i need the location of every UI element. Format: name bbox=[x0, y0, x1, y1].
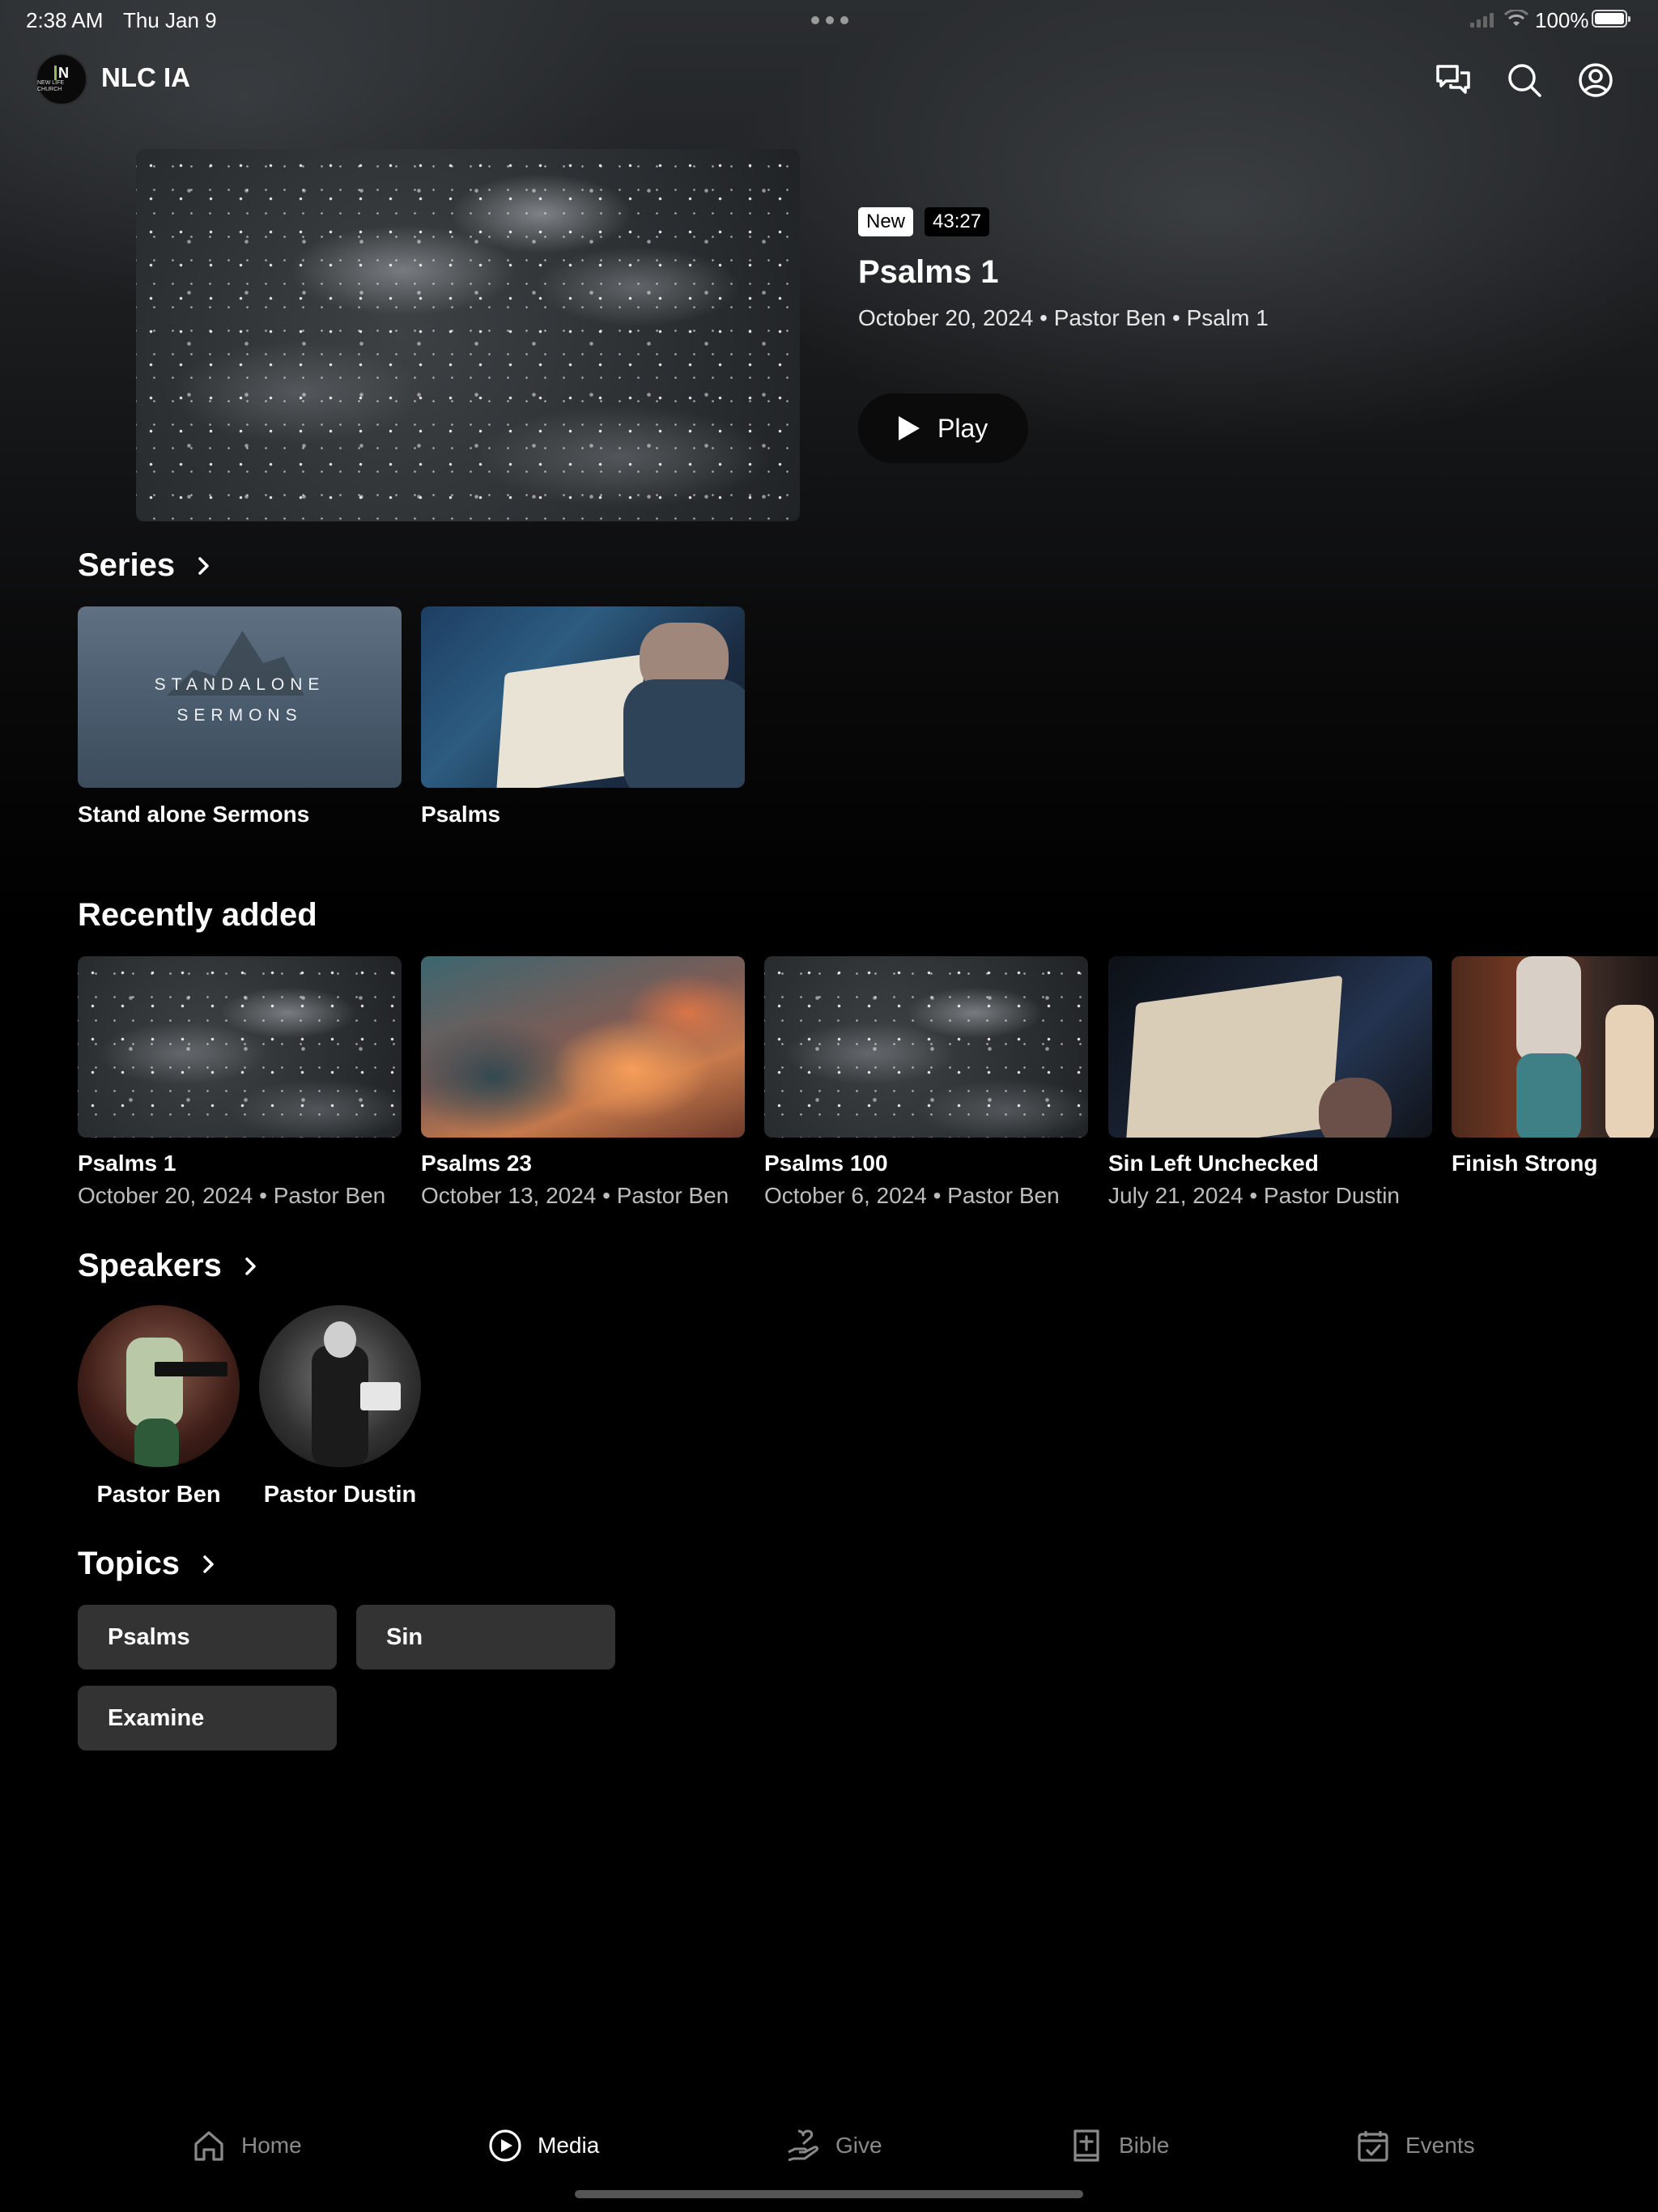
chat-icon[interactable] bbox=[1435, 62, 1472, 99]
recent-title: Sin Left Unchecked bbox=[1108, 1151, 1319, 1176]
recent-card[interactable] bbox=[78, 956, 402, 1138]
church-logo: N NEW LIFE CHURCH bbox=[36, 53, 87, 105]
play-label: Play bbox=[937, 413, 988, 443]
home-icon bbox=[194, 2131, 223, 2161]
give-icon bbox=[788, 2129, 818, 2162]
recent-card[interactable] bbox=[421, 956, 745, 1138]
bible-icon bbox=[1073, 2129, 1099, 2162]
topic-chip[interactable]: Sin bbox=[356, 1605, 615, 1670]
tab-media[interactable]: Media bbox=[487, 2128, 599, 2163]
recent-card[interactable] bbox=[764, 956, 1088, 1138]
hero-thumbnail[interactable] bbox=[136, 149, 800, 521]
tab-events[interactable]: Events bbox=[1355, 2128, 1475, 2163]
recent-meta: October 13, 2024 • Pastor Ben bbox=[421, 1183, 729, 1208]
play-icon bbox=[899, 416, 920, 440]
account-icon[interactable] bbox=[1577, 62, 1614, 99]
chevron-right-icon bbox=[203, 1555, 214, 1573]
chevron-right-icon bbox=[198, 556, 209, 575]
multitasking-dots-icon[interactable] bbox=[811, 16, 848, 24]
speaker-avatar-dustin[interactable] bbox=[259, 1305, 421, 1467]
recent-meta: October 20, 2024 • Pastor Ben bbox=[78, 1183, 386, 1208]
recent-title: Psalms 100 bbox=[764, 1151, 888, 1176]
status-bar: 2:38 AM Thu Jan 9 100% bbox=[0, 0, 1658, 39]
search-icon[interactable] bbox=[1506, 62, 1543, 99]
series-title: Stand alone Sermons bbox=[78, 802, 310, 827]
calendar-icon bbox=[1358, 2131, 1388, 2162]
app-title: NLC IA bbox=[101, 62, 190, 92]
series-heading[interactable]: Series bbox=[78, 547, 214, 584]
topic-chip[interactable]: Examine bbox=[78, 1686, 337, 1750]
tab-bible[interactable]: Bible bbox=[1069, 2128, 1169, 2163]
series-card-standalone[interactable]: STANDALONE SERMONS bbox=[78, 606, 402, 788]
home-indicator[interactable] bbox=[575, 2190, 1083, 2198]
series-card-psalms[interactable] bbox=[421, 606, 745, 788]
chevron-right-icon bbox=[245, 1257, 256, 1275]
status-time: 2:38 AM bbox=[26, 8, 104, 32]
logo-text: NEW LIFE CHURCH bbox=[37, 80, 65, 92]
hero-title: Psalms 1 bbox=[858, 254, 999, 290]
standalone-thumb-text: STANDALONE SERMONS bbox=[154, 675, 325, 725]
recent-card[interactable] bbox=[1108, 956, 1432, 1138]
recent-title: Finish Strong bbox=[1452, 1151, 1598, 1176]
battery-percentage: 100% bbox=[1535, 8, 1589, 32]
wifi-icon bbox=[1504, 10, 1528, 26]
recent-title: Psalms 1 bbox=[78, 1151, 176, 1176]
speaker-name: Pastor Ben bbox=[96, 1482, 221, 1508]
play-button[interactable]: Play bbox=[858, 393, 1028, 463]
series-title: Psalms bbox=[421, 802, 501, 827]
tab-home[interactable]: Home bbox=[191, 2128, 302, 2163]
battery-icon bbox=[1592, 10, 1630, 28]
cellular-signal-icon bbox=[1470, 13, 1494, 28]
speaker-name: Pastor Dustin bbox=[263, 1482, 417, 1508]
new-badge: New bbox=[858, 207, 914, 236]
topic-chip[interactable]: Psalms bbox=[78, 1605, 337, 1670]
recent-meta: July 21, 2024 • Pastor Dustin bbox=[1108, 1183, 1400, 1208]
topics-heading[interactable]: Topics bbox=[78, 1546, 219, 1582]
recent-meta: October 6, 2024 • Pastor Ben bbox=[764, 1183, 1060, 1208]
speaker-avatar-ben[interactable] bbox=[78, 1305, 240, 1467]
recent-title: Psalms 23 bbox=[421, 1151, 532, 1176]
status-date: Thu Jan 9 bbox=[123, 8, 217, 32]
hero-meta: October 20, 2024 • Pastor Ben • Psalm 1 bbox=[858, 305, 1269, 330]
tab-give[interactable]: Give bbox=[785, 2128, 882, 2163]
recent-card[interactable] bbox=[1452, 956, 1658, 1138]
play-circle-icon bbox=[489, 2129, 521, 2162]
speakers-heading[interactable]: Speakers bbox=[78, 1248, 261, 1284]
recently-added-heading: Recently added bbox=[78, 897, 317, 933]
duration-badge: 43:27 bbox=[925, 207, 990, 236]
